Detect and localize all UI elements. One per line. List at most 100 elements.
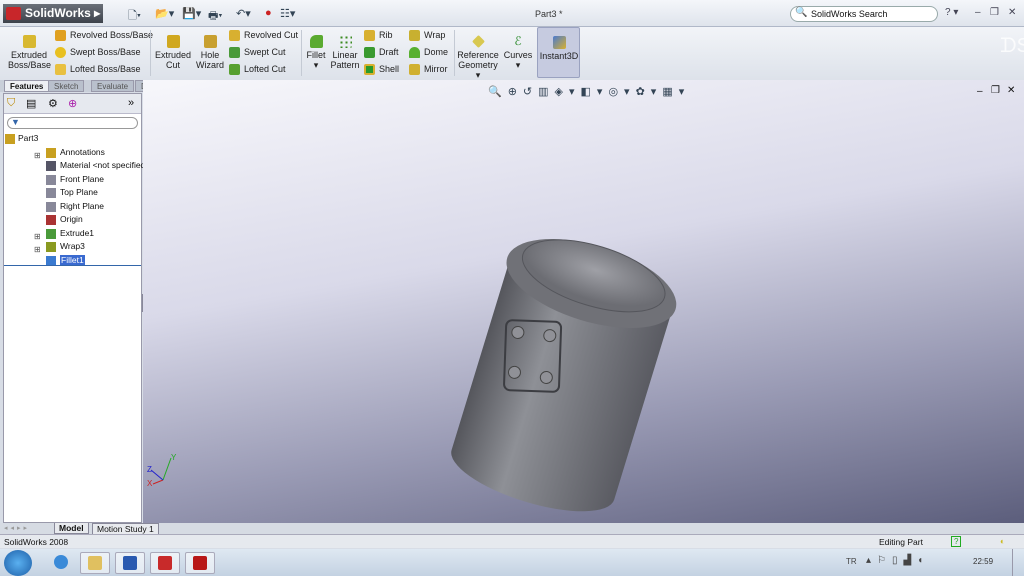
status-version: SolidWorks 2008 xyxy=(4,537,69,547)
curves-button[interactable]: ℰ Curves ▾ xyxy=(503,35,533,71)
swept-boss-button[interactable]: Swept Boss/Base xyxy=(55,47,141,59)
tree-item[interactable]: Material <not specified> xyxy=(32,159,150,173)
help-icon[interactable]: ? ▾ xyxy=(945,7,958,18)
restore-button[interactable]: ❐ xyxy=(990,7,999,18)
tree-item-label: Front Plane xyxy=(60,173,104,184)
graphics-area[interactable]: 🔍⊕↺▥◈▾◧▾◎▾✿▾▦▾ – ❐ ✕ YZX xyxy=(143,80,1024,523)
rollback-bar[interactable] xyxy=(4,265,141,266)
swept-cut-icon xyxy=(229,47,240,59)
language-indicator[interactable]: TR xyxy=(846,557,857,566)
revolve-icon xyxy=(55,30,66,42)
tree-root[interactable]: Part3 xyxy=(4,132,141,146)
search-icon: 🔍 xyxy=(795,7,808,18)
word-taskbar-icon[interactable] xyxy=(115,552,145,574)
linear-pattern-button[interactable]: Linear Pattern xyxy=(329,35,361,70)
label: Rib xyxy=(379,30,393,40)
reference-geometry-button[interactable]: Reference Geometry ▾ xyxy=(457,35,499,80)
solidworks-menu-button[interactable]: SolidWorks ▸ xyxy=(3,4,103,23)
tree-item-label: Right Plane xyxy=(60,200,104,211)
show-desktop-button[interactable] xyxy=(1012,549,1024,576)
status-bar: SolidWorks 2008 Editing Part ? ◐ xyxy=(0,534,1024,548)
minimize-button[interactable]: – xyxy=(975,7,981,18)
label: Fillet xyxy=(306,50,326,60)
options-icon[interactable]: ☷▾ xyxy=(280,7,295,20)
revolved-cut-button[interactable]: Revolved Cut xyxy=(229,30,298,42)
revolved-boss-button[interactable]: Revolved Boss/Base xyxy=(55,30,153,42)
tab-model[interactable]: Model xyxy=(54,523,89,534)
label: Part3 xyxy=(18,133,39,143)
print-icon[interactable]: 🖶▾ xyxy=(208,7,222,26)
mirror-button[interactable]: Mirror xyxy=(409,64,448,76)
hole-wizard-button[interactable]: Hole Wizard xyxy=(194,35,226,70)
label: Reference Geometry xyxy=(457,50,499,70)
dome-button[interactable]: Dome xyxy=(409,47,449,59)
tree-item[interactable]: Front Plane xyxy=(32,173,141,187)
quick-tips-icon[interactable]: ? xyxy=(951,536,962,547)
explorer-taskbar-icon[interactable] xyxy=(80,552,110,574)
draft-button[interactable]: Draft xyxy=(364,47,399,59)
lofted-boss-button[interactable]: Lofted Boss/Base xyxy=(55,64,141,76)
close-button[interactable]: ✕ xyxy=(1008,7,1016,18)
expand-panel-icon[interactable]: » xyxy=(128,97,134,109)
dome-icon xyxy=(409,47,420,59)
tab-sketch[interactable]: Sketch xyxy=(48,80,85,92)
start-button[interactable] xyxy=(4,550,32,576)
label: Dome xyxy=(424,47,449,57)
label: Linear Pattern xyxy=(330,50,360,70)
label: Lofted Boss/Base xyxy=(70,64,141,74)
triad-icon: Y ZX xyxy=(147,453,177,488)
shell-icon xyxy=(364,64,375,76)
tree-item[interactable]: Right Plane xyxy=(32,200,141,214)
rebuild-status-icon[interactable]: ◐ xyxy=(1000,536,1005,546)
feature-manager-panel: ⛉ ▤ ⚙ ⊕ » ▼ Part3 ⊞ Annotations Material <… xyxy=(3,93,150,523)
dimxpert-manager-tab-icon[interactable]: ⊕ xyxy=(68,97,77,110)
lofted-cut-button[interactable]: Lofted Cut xyxy=(229,64,286,76)
label: Shell xyxy=(379,64,400,74)
save-icon[interactable]: 💾▾ xyxy=(182,7,201,20)
tree-item[interactable]: ⊞ Wrap3 xyxy=(32,240,141,254)
feature-manager-tab-icon[interactable]: ⛉ xyxy=(7,97,15,110)
ie-taskbar-icon[interactable] xyxy=(46,552,76,574)
feature-icon xyxy=(46,174,56,185)
shell-button[interactable]: Shell xyxy=(364,64,400,76)
tray-icons[interactable]: ▴⚐▯▟◖ xyxy=(866,555,929,566)
label: Mirror xyxy=(424,64,448,74)
open-icon[interactable]: 📂▾ xyxy=(155,7,174,20)
swept-cut-button[interactable]: Swept Cut xyxy=(229,47,286,59)
undo-icon[interactable]: ↶▾ xyxy=(236,7,251,20)
solidworks-taskbar-icon[interactable] xyxy=(150,552,180,574)
instant3d-button[interactable]: Instant3D xyxy=(537,27,580,78)
tree-item[interactable]: ⊞ Extrude1 xyxy=(32,227,141,241)
tree-item[interactable]: Top Plane xyxy=(32,186,141,200)
tree-item[interactable]: ⊞ Annotations xyxy=(32,146,141,160)
linear-pattern-icon xyxy=(338,35,352,48)
title-bar: SolidWorks ▸ 🗋▾ 📂▾ 💾▾ 🖶▾ ↶▾ ● ☷▾ Part3 *… xyxy=(0,0,1024,27)
tree-item-label: Origin xyxy=(60,214,83,224)
tab-features[interactable]: Features xyxy=(4,80,50,92)
rebuild-icon[interactable]: ● xyxy=(265,7,272,19)
new-icon[interactable]: 🗋▾ xyxy=(128,7,141,26)
separator xyxy=(454,30,455,76)
property-manager-tab-icon[interactable]: ▤ xyxy=(26,97,36,110)
reference-geometry-icon xyxy=(471,35,485,48)
label: Swept Cut xyxy=(244,47,286,57)
extruded-boss-button[interactable]: Extruded Boss/Base xyxy=(8,35,51,70)
clock[interactable]: 22:59 xyxy=(973,557,993,566)
acrobat-taskbar-icon[interactable] xyxy=(185,552,215,574)
fillet-button[interactable]: Fillet ▾ xyxy=(305,35,327,70)
tree-item[interactable]: Origin xyxy=(32,213,141,227)
tree-item-label: Top Plane xyxy=(60,187,98,197)
search-input[interactable]: 🔍 SolidWorks Search xyxy=(790,6,938,22)
tab-scroll-arrows[interactable]: ◂◂▸▸ xyxy=(4,524,30,532)
separator xyxy=(301,30,302,76)
tab-evaluate[interactable]: Evaluate xyxy=(91,80,135,92)
feature-icon xyxy=(46,215,56,225)
filter-icon: ▼ xyxy=(11,117,20,127)
document-title: Part3 * xyxy=(535,9,563,19)
filter-input[interactable]: ▼ xyxy=(7,117,138,129)
wrap-button[interactable]: Wrap xyxy=(409,30,445,42)
extruded-cut-button[interactable]: Extruded Cut xyxy=(154,35,192,70)
rib-button[interactable]: Rib xyxy=(364,30,393,42)
configuration-manager-tab-icon[interactable]: ⚙ xyxy=(48,97,58,110)
rib-icon xyxy=(364,30,375,42)
